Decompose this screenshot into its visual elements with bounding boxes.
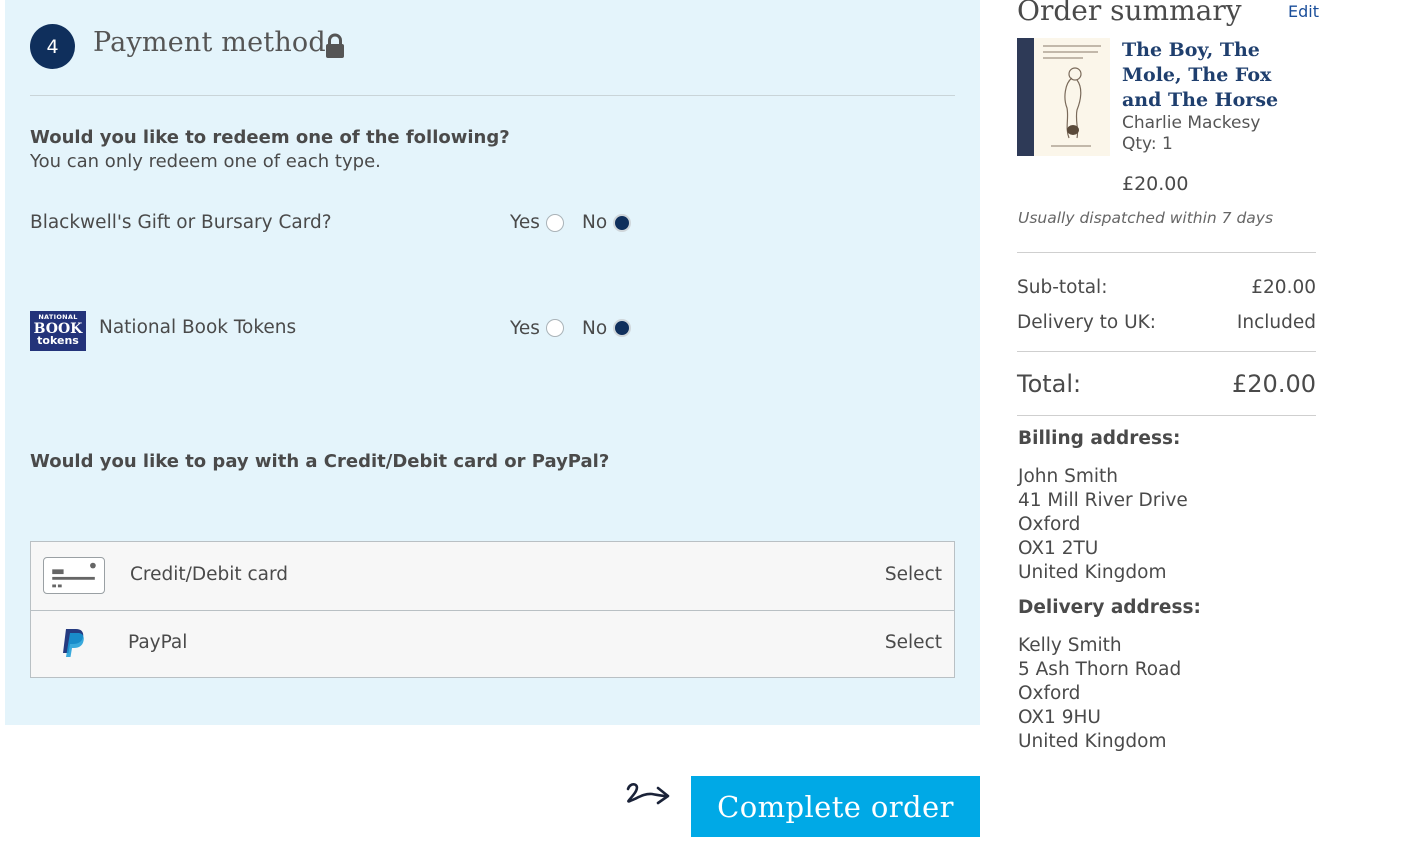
book-cover-illustration [1043,45,1101,147]
address-line: 41 Mill River Drive [1018,490,1188,511]
book-author: Charlie Mackesy [1122,113,1261,133]
book-tokens-yes-radio[interactable] [546,319,564,337]
delivery-address: Kelly Smith 5 Ash Thorn Road Oxford OX1 … [1018,634,1181,754]
billing-address: John Smith 41 Mill River Drive Oxford OX… [1018,465,1188,585]
gift-card-no-radio[interactable] [613,214,631,232]
section-title: Payment method [93,27,326,58]
credit-card-option[interactable]: Credit/Debit card Select [31,542,954,611]
subtotal-label: Sub-total: [1017,277,1108,298]
book-title-link[interactable]: The Boy, The Mole, The Fox and The Horse [1122,38,1312,113]
gift-card-no-label[interactable]: No [582,212,607,233]
order-summary-title: Order summary [1017,0,1242,27]
credit-card-select-button[interactable]: Select [885,564,942,585]
paypal-icon [63,629,84,657]
lock-icon [326,33,344,58]
summary-divider [1017,351,1316,352]
pay-question: Would you like to pay with a Credit/Debi… [30,451,610,472]
address-line: Kelly Smith [1018,635,1122,656]
book-price: £20.00 [1122,173,1189,195]
address-line: United Kingdom [1018,731,1167,752]
redeem-note: You can only redeem one of each type. [30,151,381,172]
edit-link[interactable]: Edit [1288,2,1319,21]
subtotal-value: £20.00 [1251,277,1316,298]
arrow-icon [626,783,670,805]
address-line: United Kingdom [1018,562,1167,583]
gift-card-yes-radio[interactable] [546,214,564,232]
dispatch-note: Usually dispatched within 7 days [1018,209,1274,227]
book-tokens-label: National Book Tokens [99,317,297,338]
delivery-label: Delivery to UK: [1017,312,1157,333]
delivery-value: Included [1236,312,1316,333]
delivery-address-heading: Delivery address: [1018,597,1201,618]
book-tokens-no-radio[interactable] [613,319,631,337]
address-line: Oxford [1018,514,1081,535]
book-tokens-no-label[interactable]: No [582,318,607,339]
total-value: £20.00 [1232,370,1316,398]
national-book-tokens-logo: NATIONAL BOOK tokens [30,311,86,351]
book-quantity: Qty: 1 [1122,134,1173,154]
credit-card-label: Credit/Debit card [130,564,289,585]
complete-order-button[interactable]: Complete order [691,776,980,837]
address-line: OX1 2TU [1018,538,1099,559]
step-number-badge: 4 [30,24,75,69]
logo-text: NATIONAL [38,313,78,321]
payment-options-list: Credit/Debit card Select PayPal Select [30,541,955,678]
summary-divider [1017,252,1316,253]
summary-divider [1017,415,1316,416]
address-line: OX1 9HU [1018,707,1101,728]
total-label: Total: [1017,370,1082,398]
address-line: John Smith [1018,466,1118,487]
gift-card-label: Blackwell's Gift or Bursary Card? [30,212,332,233]
gift-card-yes-label[interactable]: Yes [510,212,540,233]
address-line: Oxford [1018,683,1081,704]
paypal-option[interactable]: PayPal Select [31,610,954,678]
book-cover-image[interactable] [1017,38,1110,156]
redeem-question: Would you like to redeem one of the foll… [30,127,510,148]
paypal-select-button[interactable]: Select [885,632,942,653]
book-tokens-yes-label[interactable]: Yes [510,318,540,339]
section-divider [30,95,955,96]
logo-text: tokens [37,333,79,347]
address-line: 5 Ash Thorn Road [1018,659,1182,680]
credit-card-icon [43,557,105,594]
billing-address-heading: Billing address: [1018,428,1181,449]
paypal-label: PayPal [128,632,188,653]
